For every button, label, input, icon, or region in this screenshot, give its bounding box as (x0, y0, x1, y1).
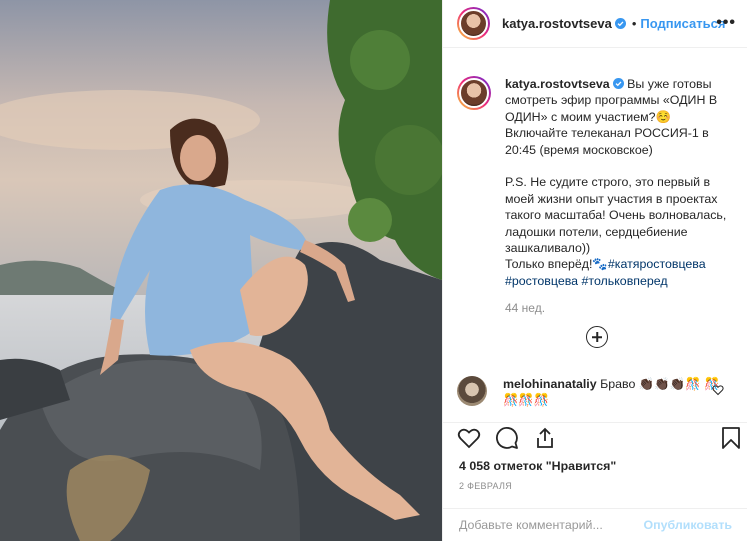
more-options-button[interactable]: ••• (716, 14, 736, 32)
caption-text: katya.rostovtseva Вы уже готовы смотреть… (505, 76, 737, 289)
comment-input[interactable] (459, 518, 644, 532)
plus-circle-icon[interactable] (586, 326, 608, 348)
publish-button[interactable]: Опубликовать (644, 518, 732, 532)
likes-count[interactable]: 4 058 отметок "Нравится" (459, 459, 616, 473)
caption-body: Вы уже готовы смотреть эфир программы «О… (505, 77, 727, 272)
author-avatar[interactable] (457, 7, 490, 40)
comment-like-heart-icon[interactable] (712, 384, 724, 396)
post-header: katya.rostovtseva • Подписаться ••• (443, 0, 747, 48)
verified-badge-icon (612, 78, 624, 89)
comment-icon[interactable] (495, 426, 519, 450)
hashtag-link[interactable]: #катяростовцева (608, 257, 706, 271)
bookmark-icon[interactable] (719, 426, 743, 450)
post-side-panel: katya.rostovtseva • Подписаться ••• katy… (442, 0, 747, 541)
follow-button[interactable]: Подписаться (640, 16, 725, 31)
comment-item: melohinanataliy Браво 👏🏿👏🏿👏🏿🎊 🎊🎊🎊🎊 (457, 376, 737, 409)
post-image (0, 0, 442, 541)
comments-area[interactable]: katya.rostovtseva Вы уже готовы смотреть… (443, 48, 747, 422)
post-photo[interactable] (0, 0, 442, 541)
share-icon[interactable] (533, 426, 557, 450)
commenter-avatar[interactable] (457, 376, 487, 406)
caption-username[interactable]: katya.rostovtseva (505, 77, 610, 91)
comment-text: melohinanataliy Браво 👏🏿👏🏿👏🏿🎊 🎊🎊🎊🎊 (503, 376, 723, 409)
comment-username[interactable]: melohinanataliy (503, 377, 597, 391)
verified-badge-icon (614, 18, 626, 29)
heart-icon[interactable] (457, 426, 481, 450)
post-date[interactable]: 2 ФЕВРАЛЯ (459, 481, 512, 491)
caption: katya.rostovtseva Вы уже готовы смотреть… (457, 76, 737, 289)
hashtag-link[interactable]: #тольковперед (582, 274, 668, 288)
hashtag-link[interactable]: #ростовцева (505, 274, 578, 288)
header-separator: • (631, 16, 637, 31)
author-username[interactable]: katya.rostovtseva (502, 16, 612, 31)
action-bar (443, 422, 747, 458)
caption-avatar[interactable] (457, 76, 491, 110)
caption-time-ago[interactable]: 44 нед. (505, 301, 545, 315)
add-comment-bar: Опубликовать (443, 508, 747, 541)
